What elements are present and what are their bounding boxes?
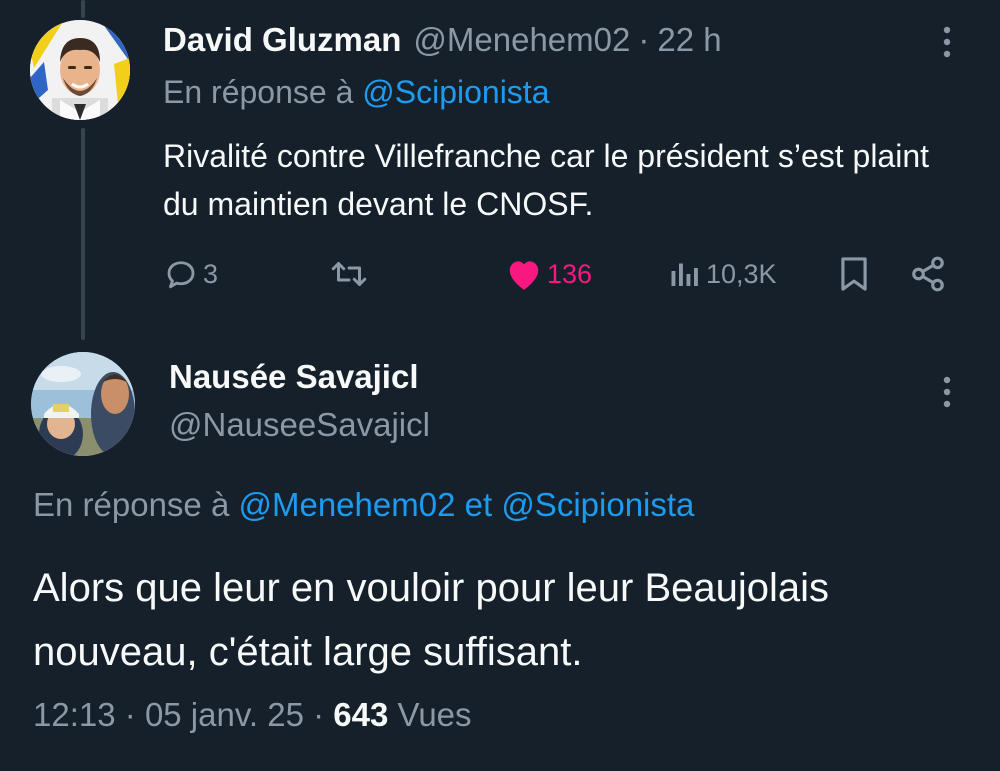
heart-icon	[509, 261, 539, 290]
avatar[interactable]	[31, 352, 135, 456]
separator-dot: ·	[638, 21, 650, 58]
reply-count: 3	[203, 258, 219, 289]
reply-to-link[interactable]: @Scipionista	[501, 486, 694, 523]
thread-line	[81, 128, 85, 340]
reply-icon	[167, 261, 195, 289]
separator-dot: ·	[313, 696, 325, 733]
tweet-date[interactable]: 05 janv. 25	[145, 696, 304, 733]
tweet-text: Rivalité contre Villefranche car le prés…	[163, 138, 930, 222]
avatar-image	[31, 352, 135, 456]
views-icon	[671, 263, 698, 286]
avatar-image	[30, 20, 130, 120]
share-button[interactable]	[909, 252, 947, 296]
reply-prefix: En réponse à	[163, 74, 354, 110]
share-icon	[912, 256, 944, 292]
bookmark-button[interactable]	[837, 252, 871, 296]
reply-joiner: et	[464, 486, 493, 523]
reply-to-link[interactable]: @Menehem02	[238, 486, 455, 523]
more-options-icon[interactable]	[932, 372, 962, 412]
reply-context: En réponse à @Scipionista	[163, 74, 549, 111]
author-name[interactable]: David Gluzman	[163, 21, 401, 59]
views-count: 643	[333, 696, 389, 733]
tweet-time[interactable]: 22 h	[657, 21, 721, 59]
tweet-meta: 12:13 · 05 janv. 25 · 643 Vues	[33, 696, 472, 734]
author-name[interactable]: Nausée Savajicl	[169, 358, 419, 396]
like-count: 136	[547, 258, 593, 289]
avatar[interactable]	[30, 20, 130, 120]
views-count: 10,3K	[706, 258, 777, 289]
more-options-icon[interactable]	[932, 22, 962, 62]
retweet-icon	[331, 262, 367, 286]
thread-line-top	[81, 0, 85, 18]
like-button[interactable]: 136	[505, 252, 592, 296]
author-handle[interactable]: @Menehem02	[413, 21, 630, 59]
separator-dot: ·	[124, 696, 136, 733]
reply-button[interactable]: 3	[163, 252, 218, 296]
tweet-1-header: David Gluzman @Menehem02 · 22 h	[163, 18, 722, 62]
reply-context: En réponse à @Menehem02 et @Scipionista	[33, 486, 694, 524]
tweet-text: Alors que leur en vouloir pour leur Beau…	[33, 566, 830, 674]
reply-to-link[interactable]: @Scipionista	[362, 74, 549, 110]
tweet-actions: 3 136 10,3K	[163, 252, 953, 296]
retweet-button[interactable]	[329, 252, 373, 296]
tweet-time[interactable]: 12:13	[33, 696, 116, 733]
author-handle[interactable]: @NauseeSavajicl	[169, 406, 430, 444]
bookmark-icon	[841, 257, 867, 291]
reply-prefix: En réponse à	[33, 486, 230, 523]
views-label: Vues	[397, 696, 472, 733]
views-button[interactable]: 10,3K	[668, 252, 777, 296]
